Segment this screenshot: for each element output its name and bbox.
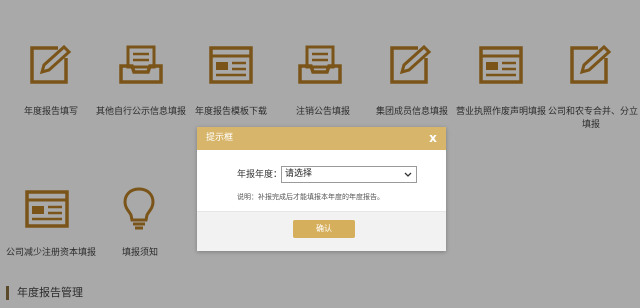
inbox-tray-icon [297, 44, 343, 86]
dialog-header: 提示框 x [197, 127, 446, 150]
report-year-select-value: 请选择 [285, 169, 313, 179]
tile-label: 年度报告模板下载 [195, 107, 268, 117]
edit-pencil-icon [388, 44, 434, 86]
report-year-select[interactable]: 请选择 [281, 166, 417, 183]
tile-label: 集团成员信息填报 [376, 107, 449, 117]
confirm-button[interactable]: 确认 [293, 220, 355, 238]
close-icon[interactable]: x [426, 130, 440, 146]
browser-window-icon [208, 44, 254, 86]
tile-capital-reduction[interactable]: 公司减少注册资本填报 [4, 186, 100, 266]
tile-license-void-statement[interactable]: 营业执照作废声明填报 [452, 42, 552, 122]
tile-other-self-disclosure[interactable]: 其他自行公示信息填报 [92, 42, 192, 122]
tile-cancellation-notice[interactable]: 注销公告填报 [282, 42, 366, 122]
tile-annual-report-fill[interactable]: 年度报告填写 [14, 42, 90, 122]
section-title: 年度报告管理 [6, 286, 83, 300]
browser-window-icon [478, 44, 524, 86]
tile-label: 公司减少注册资本填报 [6, 248, 97, 258]
lightbulb-icon [122, 186, 156, 232]
edit-pencil-icon [568, 44, 614, 86]
tile-group-member-info[interactable]: 集团成员信息填报 [370, 42, 454, 122]
tile-label: 营业执照作废声明填报 [456, 107, 547, 117]
prompt-dialog: 提示框 x 年报年度： 请选择 说明：补报完成后才能填报本年度的年度报告。 确认 [197, 127, 446, 251]
tile-label: 填报须知 [122, 248, 159, 258]
tile-label: 年度报告填写 [24, 107, 79, 117]
tile-label: 注销公告填报 [296, 107, 351, 117]
tile-filing-instructions[interactable]: 填报须知 [112, 186, 166, 266]
browser-window-icon [24, 188, 70, 230]
dialog-footer: 确认 [197, 211, 446, 251]
chevron-down-icon [403, 168, 413, 181]
tile-merger-split[interactable]: 公司和农专合并、分立 填报 [548, 42, 640, 134]
tile-label-line2: 填报 [582, 120, 601, 130]
tile-label: 其他自行公示信息填报 [96, 107, 187, 117]
inbox-tray-icon [118, 44, 164, 86]
edit-pencil-icon [28, 44, 74, 86]
dialog-title: 提示框 [206, 133, 234, 143]
tile-label: 公司和农专合并、分立 [548, 107, 639, 117]
report-year-label: 年报年度： [237, 170, 283, 180]
dialog-note: 说明：补报完成后才能填报本年度的年度报告。 [237, 193, 384, 201]
tile-annual-template-download[interactable]: 年度报告模板下载 [192, 42, 278, 122]
